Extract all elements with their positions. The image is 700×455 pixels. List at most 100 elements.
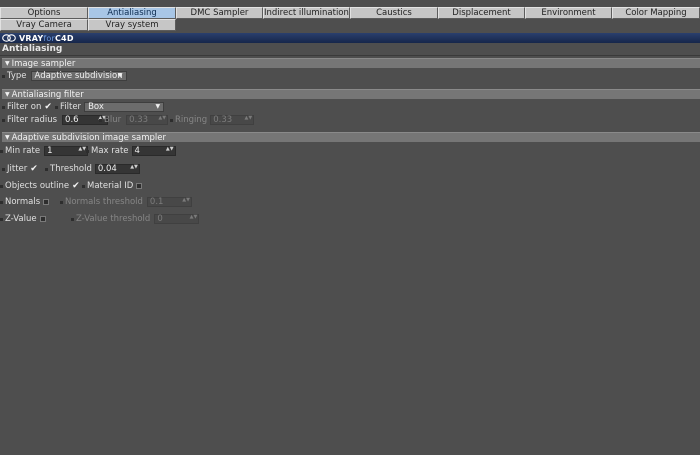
param-anchor-icon <box>45 167 48 171</box>
max-rate-label: Max rate <box>91 146 129 156</box>
spinner-arrows-icon[interactable]: ▲▼ <box>182 198 190 203</box>
spinner-arrows-icon[interactable]: ▲▼ <box>166 147 174 152</box>
param-anchor-icon <box>0 184 3 188</box>
param-anchor-icon <box>71 217 74 221</box>
jitter-row: Jitter ✔ <box>2 163 38 175</box>
min-rate-row: Min rate 1 ▲▼ <box>0 145 89 157</box>
param-anchor-icon <box>82 184 85 188</box>
filter-label: Filter <box>60 102 82 112</box>
page-title: Antialiasing <box>2 44 63 54</box>
zvalue-threshold-label: Z-Value threshold <box>76 214 151 224</box>
tab-options[interactable]: Options <box>0 7 88 19</box>
normals-checkbox[interactable] <box>43 199 50 205</box>
material-id-row: Material ID <box>82 180 143 192</box>
tab-environment[interactable]: Environment <box>525 7 612 19</box>
min-rate-input[interactable]: 1 ▲▼ <box>44 146 89 156</box>
param-anchor-icon <box>99 118 102 122</box>
ringing-input[interactable]: 0.33 ▲▼ <box>210 115 255 125</box>
filter-dropdown[interactable]: Box ▼ <box>84 102 165 112</box>
spinner-arrows-icon[interactable]: ▲▼ <box>158 116 166 121</box>
normals-threshold-input[interactable]: 0.1 ▲▼ <box>146 197 192 207</box>
param-anchor-icon <box>55 105 58 109</box>
param-anchor-icon <box>0 217 3 221</box>
material-id-label: Material ID <box>87 181 134 191</box>
threshold-input[interactable]: 0.04 ▲▼ <box>94 164 140 174</box>
jitter-checkbox[interactable]: ✔ <box>30 164 38 174</box>
ringing-label: Ringing <box>175 115 208 125</box>
title-divider <box>0 55 700 56</box>
blur-label: Blur <box>104 115 122 125</box>
tab-vray-camera[interactable]: Vray Camera <box>0 19 88 31</box>
tab-caustics[interactable]: Caustics <box>350 7 438 19</box>
section-title: Adaptive subdivision image sampler <box>11 133 166 143</box>
spinner-arrows-icon[interactable]: ▲▼ <box>130 165 138 170</box>
collapse-triangle-icon[interactable]: ▼ <box>5 133 10 142</box>
param-anchor-icon <box>170 118 173 122</box>
material-id-checkbox[interactable] <box>136 183 143 189</box>
section-title: Antialiasing filter <box>11 90 84 100</box>
normals-row: Normals <box>0 196 50 208</box>
filter-radius-value: 0.6 <box>65 115 79 125</box>
threshold-row: Threshold 0.04 ▲▼ <box>45 163 140 175</box>
param-anchor-icon <box>2 74 5 78</box>
tab-color-mapping[interactable]: Color Mapping <box>612 7 700 19</box>
tab-antialiasing[interactable]: Antialiasing <box>88 7 176 19</box>
spinner-arrows-icon[interactable]: ▲▼ <box>78 147 86 152</box>
filter-row: Filter Box ▼ <box>55 101 165 113</box>
tab-row-1: Options Antialiasing DMC Sampler Indirec… <box>0 7 700 19</box>
filter-value: Box <box>88 102 104 112</box>
spinner-arrows-icon[interactable]: ▲▼ <box>245 116 253 121</box>
tab-vray-system[interactable]: Vray system <box>88 19 176 31</box>
blur-input[interactable]: 0.33 ▲▼ <box>126 115 169 125</box>
ringing-row: Ringing 0.33 ▲▼ <box>170 114 255 126</box>
max-rate-value: 4 <box>134 146 140 156</box>
spinner-arrows-icon[interactable]: ▲▼ <box>190 215 198 220</box>
collapse-triangle-icon[interactable]: ▼ <box>5 90 10 99</box>
filter-on-row: Filter on ✔ <box>2 101 52 113</box>
objects-outline-checkbox[interactable]: ✔ <box>72 181 80 191</box>
tab-indirect-illumination[interactable]: Indirect illumination (GI) <box>263 7 350 19</box>
tab-bar: Options Antialiasing DMC Sampler Indirec… <box>0 7 700 31</box>
zvalue-threshold-input[interactable]: 0 ▲▼ <box>154 214 200 224</box>
collapse-triangle-icon[interactable]: ▼ <box>5 59 10 68</box>
blur-row: Blur 0.33 ▲▼ <box>99 114 169 126</box>
type-label: Type <box>7 71 27 81</box>
max-rate-row: Max rate 4 ▲▼ <box>86 145 176 157</box>
zvalue-checkbox[interactable] <box>39 216 46 222</box>
tab-row-2: Vray Camera Vray system <box>0 19 700 31</box>
threshold-value: 0.04 <box>97 164 117 174</box>
jitter-label: Jitter <box>7 164 28 174</box>
param-anchor-icon <box>2 105 5 109</box>
min-rate-value: 1 <box>47 146 53 156</box>
chevron-down-icon: ▼ <box>117 72 123 79</box>
tab-dmc-sampler[interactable]: DMC Sampler <box>176 7 263 19</box>
tab-displacement[interactable]: Displacement <box>438 7 525 19</box>
blur-value: 0.33 <box>129 115 149 125</box>
chevron-down-icon: ▼ <box>155 103 161 110</box>
type-dropdown[interactable]: Adaptive subdivision ▼ <box>30 71 127 81</box>
param-anchor-icon <box>60 200 63 204</box>
objects-outline-row: Objects outline ✔ <box>0 180 80 192</box>
type-row: Type Adaptive subdivision ▼ <box>2 70 127 82</box>
vray-logo-bar: VRAYforC4D <box>0 33 700 43</box>
section-adaptive-subdivision[interactable]: ▼ Adaptive subdivision image sampler <box>2 132 700 143</box>
param-anchor-icon <box>0 149 3 153</box>
min-rate-label: Min rate <box>5 146 41 156</box>
threshold-label: Threshold <box>50 164 92 174</box>
zvalue-threshold-row: Z-Value threshold 0 ▲▼ <box>71 213 200 225</box>
filter-on-checkbox[interactable]: ✔ <box>44 102 52 112</box>
filter-radius-label: Filter radius <box>7 115 58 125</box>
filter-on-label: Filter on <box>7 102 42 112</box>
ringing-value: 0.33 <box>213 115 233 125</box>
normals-threshold-label: Normals threshold <box>65 197 143 207</box>
filter-radius-row: Filter radius 0.6 ▲▼ <box>2 114 109 126</box>
vray-logo-icon <box>2 34 16 42</box>
normals-threshold-value: 0.1 <box>149 197 164 207</box>
max-rate-input[interactable]: 4 ▲▼ <box>131 146 176 156</box>
zvalue-threshold-value: 0 <box>157 214 163 224</box>
section-image-sampler[interactable]: ▼ Image sampler <box>2 58 700 69</box>
zvalue-label: Z-Value <box>5 214 37 224</box>
param-anchor-icon <box>0 200 3 204</box>
type-value: Adaptive subdivision <box>34 71 123 81</box>
section-antialiasing-filter[interactable]: ▼ Antialiasing filter <box>2 89 700 100</box>
